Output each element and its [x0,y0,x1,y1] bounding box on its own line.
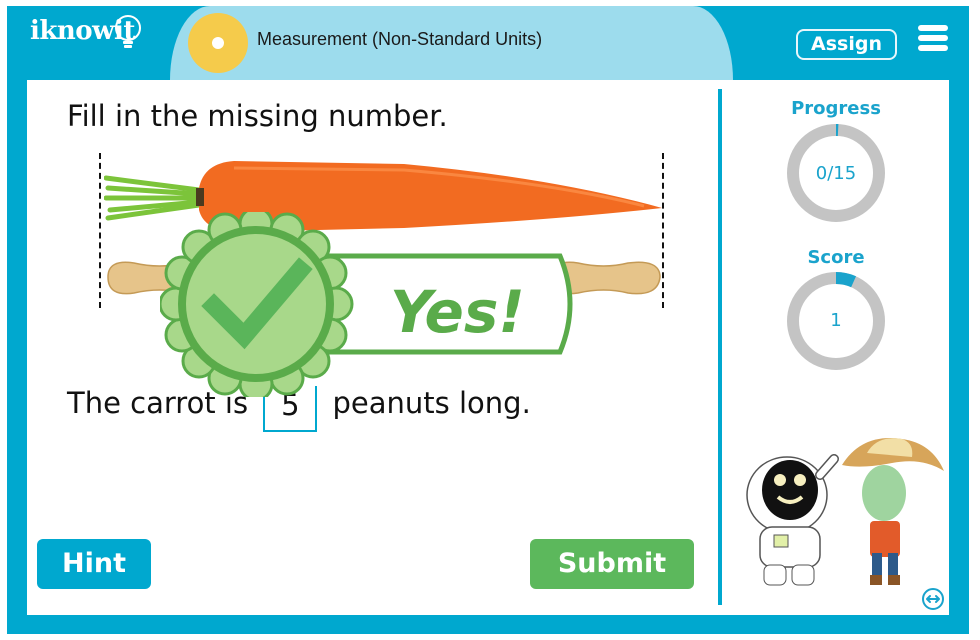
score-value: 1 [830,310,842,331]
yellow-dot-icon [188,13,248,73]
mascot-characters-image [746,438,944,586]
assign-button[interactable]: Assign [796,29,897,60]
menu-bar [918,45,948,51]
score-label: Score [807,247,865,268]
hamburger-menu-icon[interactable] [918,25,948,53]
submit-button[interactable]: Submit [530,539,694,589]
topic-title: Measurement (Non-Standard Units) [257,29,543,49]
correct-feedback-badge: Yes! [160,212,573,397]
checkmark-badge-icon [160,212,354,397]
progress-label: Progress [791,98,881,119]
measure-guide-left [99,153,101,308]
menu-bar [918,35,948,41]
menu-bar [918,25,948,31]
hint-button[interactable]: Hint [37,539,151,589]
lightbulb-icon [115,15,141,48]
sidebar-divider [718,89,722,605]
expand-horizontal-icon[interactable] [921,587,945,611]
astronaut-illustration [746,454,839,586]
feedback-text: Yes! [390,278,525,346]
progress-value: 0/15 [815,163,857,184]
alien-cowboy-illustration [842,438,944,585]
question-prompt: Fill in the missing number. [67,99,448,133]
